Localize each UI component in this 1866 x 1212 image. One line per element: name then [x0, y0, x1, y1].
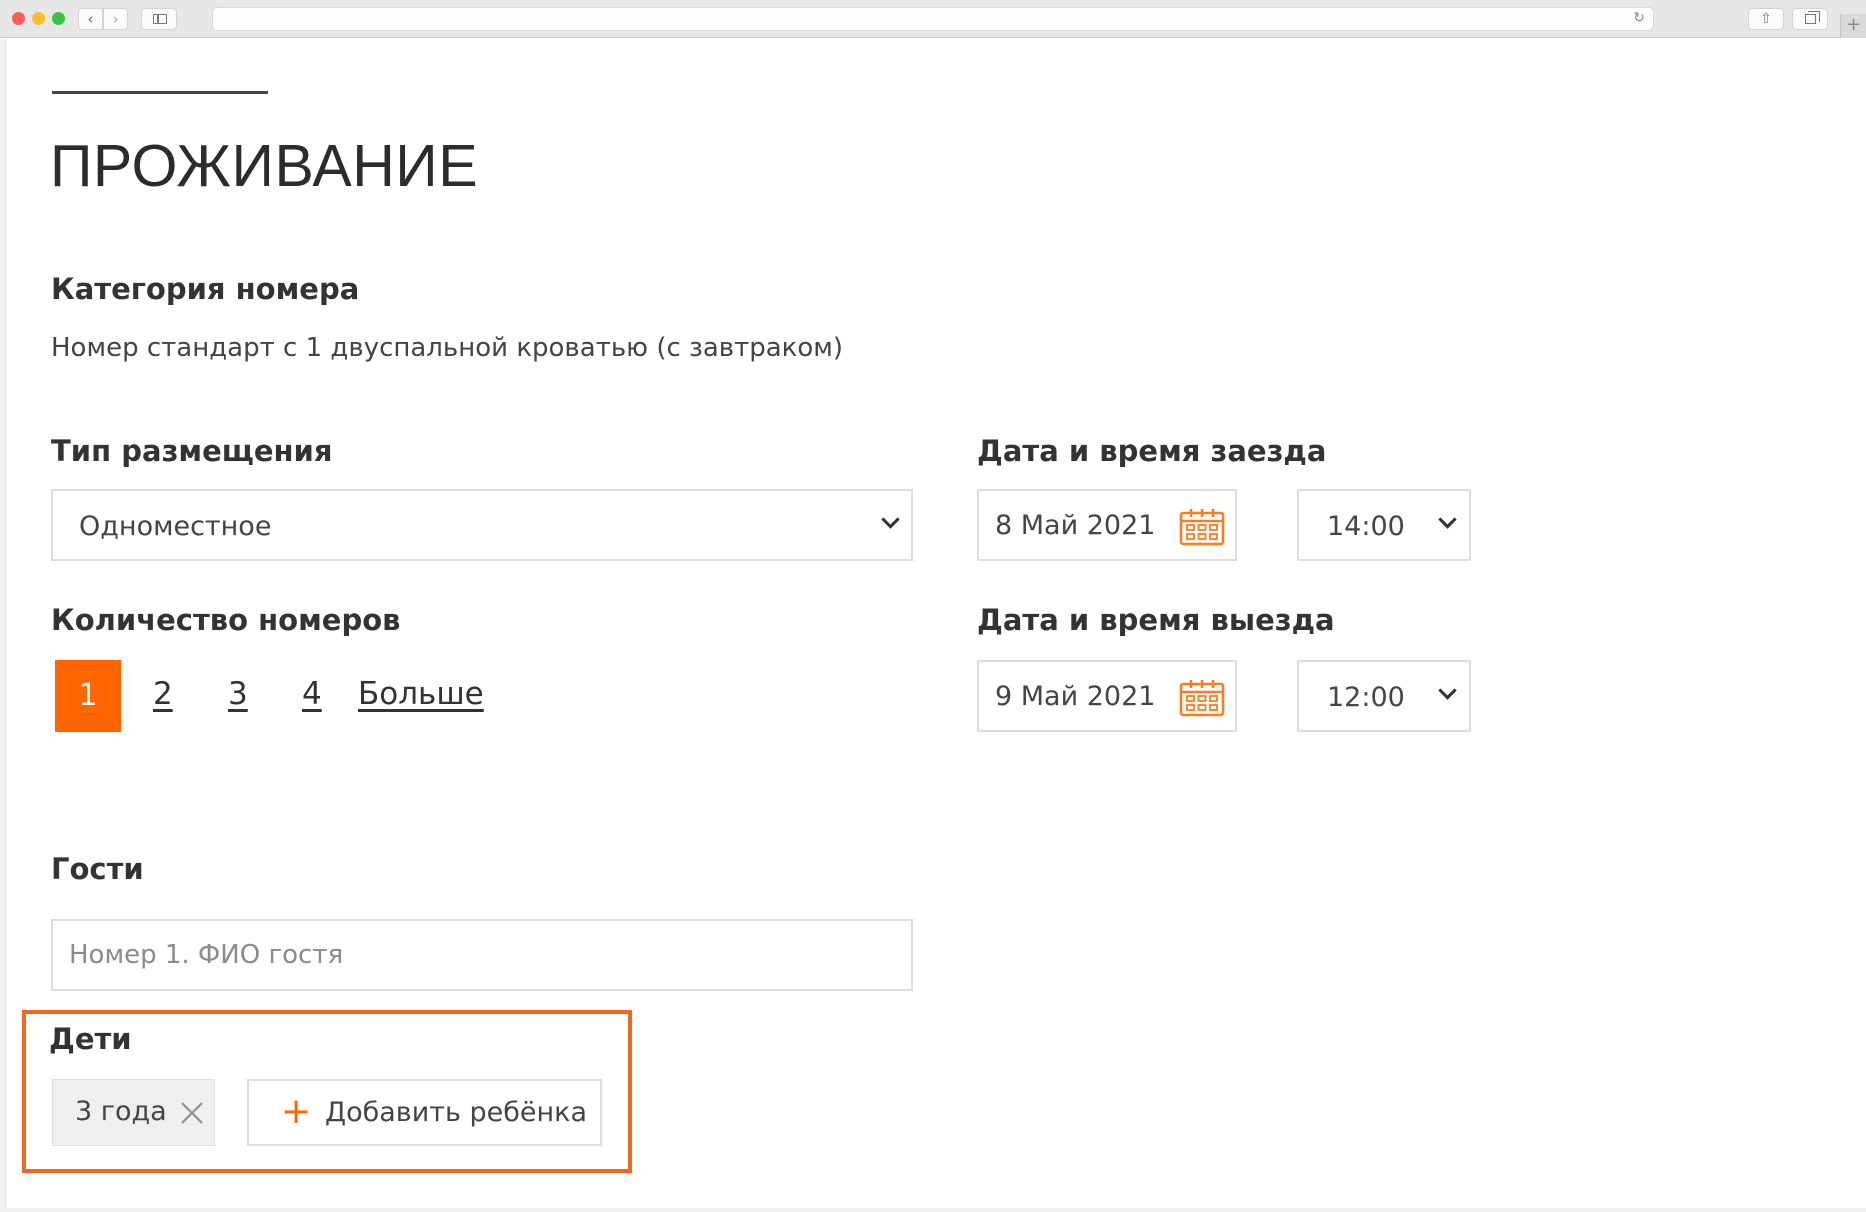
plus-icon: +	[281, 1091, 312, 1132]
checkout-label: Дата и время выезда	[977, 603, 1335, 637]
sidebar-toggle-button[interactable]	[141, 8, 177, 30]
chevron-down-icon	[1438, 510, 1457, 529]
address-bar[interactable]: ↻	[212, 7, 1654, 31]
close-icon[interactable]	[179, 1100, 205, 1126]
checkout-time-select[interactable]: 12:00	[1297, 660, 1471, 732]
guests-label: Гости	[51, 852, 144, 886]
checkin-time-value: 14:00	[1327, 511, 1405, 542]
checkout-date-field[interactable]: 9 Май 2021	[977, 660, 1237, 732]
calendar-icon[interactable]	[1179, 679, 1225, 717]
rooms-count-option-3[interactable]: 3	[228, 676, 248, 712]
chevron-down-icon	[881, 510, 900, 529]
child-age-value: 3 года	[75, 1096, 167, 1127]
back-button[interactable]: ‹	[78, 8, 103, 30]
reload-icon[interactable]: ↻	[1633, 10, 1645, 26]
tab-overview-button[interactable]	[1792, 8, 1828, 30]
page-left-edge	[0, 39, 6, 1212]
window-close-button[interactable]	[12, 12, 25, 25]
calendar-icon[interactable]	[1179, 508, 1225, 546]
new-tab-button[interactable]: +	[1840, 14, 1866, 38]
checkout-time-value: 12:00	[1327, 682, 1405, 713]
checkin-time-select[interactable]: 14:00	[1297, 489, 1471, 561]
checkin-date-value: 8 Май 2021	[995, 510, 1156, 541]
rooms-count-option-2[interactable]: 2	[153, 676, 173, 712]
plus-icon: +	[1845, 14, 1862, 35]
sidebar-icon	[153, 14, 167, 24]
checkin-label: Дата и время заезда	[977, 434, 1327, 468]
accommodation-selected-value: Одноместное	[79, 511, 272, 542]
accommodation-select[interactable]: Одноместное	[51, 489, 913, 561]
forward-button[interactable]: ›	[103, 8, 128, 30]
page-title: ПРОЖИВАНИЕ	[50, 133, 479, 199]
checkout-date-value: 9 Май 2021	[995, 681, 1156, 712]
title-rule	[52, 91, 268, 94]
chevron-right-icon: ›	[112, 10, 119, 28]
checkin-date-field[interactable]: 8 Май 2021	[977, 489, 1237, 561]
room-category-value: Номер стандарт с 1 двуспальной кроватью …	[51, 333, 844, 363]
child-age-chip: 3 года	[52, 1079, 215, 1146]
children-label: Дети	[49, 1022, 132, 1056]
rooms-count-more-link[interactable]: Больше	[358, 676, 484, 712]
rooms-count-option-4[interactable]: 4	[302, 676, 322, 712]
page-bottom-edge	[0, 1208, 1866, 1212]
add-child-label: Добавить ребёнка	[325, 1097, 588, 1128]
share-button[interactable]: ⇧	[1748, 8, 1784, 30]
rooms-count-label: Количество номеров	[51, 603, 401, 637]
window-zoom-button[interactable]	[52, 12, 65, 25]
add-child-button[interactable]: + Добавить ребёнка	[247, 1079, 602, 1146]
rooms-count-option-1[interactable]: 1	[55, 660, 121, 732]
guest-name-input[interactable]	[51, 919, 913, 991]
share-icon: ⇧	[1760, 11, 1772, 27]
window-minimize-button[interactable]	[32, 12, 45, 25]
chevron-left-icon: ‹	[87, 10, 94, 28]
chevron-down-icon	[1438, 681, 1457, 700]
browser-toolbar: ‹ › ↻ ⇧ +	[0, 0, 1866, 38]
room-category-label: Категория номера	[51, 272, 360, 306]
tabs-icon	[1805, 11, 1820, 24]
accommodation-label: Тип размещения	[51, 434, 333, 468]
